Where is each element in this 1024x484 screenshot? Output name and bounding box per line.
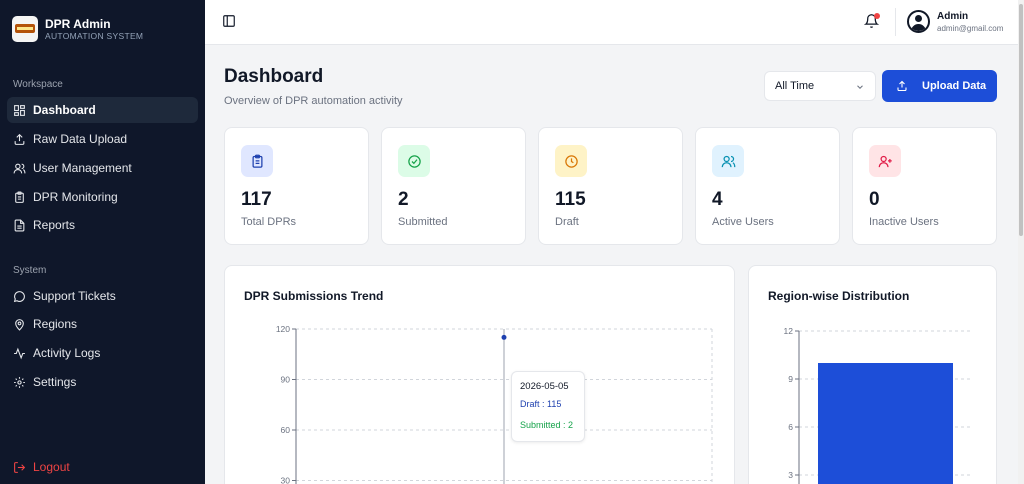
tooltip-date: 2026-05-05 xyxy=(520,381,569,392)
stat-label: Total DPRs xyxy=(241,216,297,228)
brand[interactable]: DPR Admin AUTOMATION SYSTEM xyxy=(0,0,205,44)
tooltip-submitted: Submitted : 2 xyxy=(520,420,574,430)
stat-card-draft[interactable]: 115 Draft xyxy=(538,127,683,245)
sidebar-item-label: Dashboard xyxy=(33,103,96,117)
sidebar-item-dashboard[interactable]: Dashboard xyxy=(7,97,198,123)
sidebar-item-regions[interactable]: Regions xyxy=(7,311,198,337)
avatar[interactable] xyxy=(907,10,930,33)
sidebar-item-raw-data-upload[interactable]: Raw Data Upload xyxy=(7,126,198,152)
y-tick-label: 60 xyxy=(281,425,291,435)
sidebar-item-support-tickets[interactable]: Support Tickets xyxy=(7,283,198,309)
sidebar-item-label: User Management xyxy=(33,161,132,175)
users-icon xyxy=(13,163,26,173)
y-tick-label: 120 xyxy=(276,324,290,334)
chevron-down-icon xyxy=(857,85,863,89)
stat-card-submitted[interactable]: 2 Submitted xyxy=(381,127,526,245)
stat-label: Inactive Users xyxy=(869,216,939,228)
stat-value: 4 xyxy=(712,189,723,210)
dashboard-grid-icon xyxy=(14,104,25,116)
page-scrollbar[interactable] xyxy=(1018,0,1024,484)
y-tick-label: 6 xyxy=(788,422,793,432)
stat-icon-wrap xyxy=(555,145,587,177)
page-subtitle: Overview of DPR automation activity xyxy=(224,95,403,107)
upload-icon xyxy=(897,80,907,92)
activity-icon xyxy=(14,347,25,359)
message-circle-icon xyxy=(13,290,25,302)
stat-label: Submitted xyxy=(398,216,448,228)
stat-label: Active Users xyxy=(712,216,774,228)
logout-icon xyxy=(14,461,26,473)
sidebar-item-label: Support Tickets xyxy=(33,289,116,303)
sidebar-item-settings[interactable]: Settings xyxy=(7,369,198,395)
stat-icon-wrap xyxy=(712,145,744,177)
chart-tooltip: 2026-05-05 Draft : 115 Submitted : 2 xyxy=(511,371,585,442)
check-circle-icon xyxy=(407,154,421,168)
time-filter-value: All Time xyxy=(775,80,815,92)
stat-value: 0 xyxy=(869,189,880,210)
user-name: Admin xyxy=(937,11,969,22)
users-icon xyxy=(721,155,735,167)
clipboard-list-icon xyxy=(252,154,262,168)
y-tick-label: 9 xyxy=(788,374,793,384)
brand-title: DPR Admin xyxy=(45,16,111,31)
tooltip-draft: Draft : 115 xyxy=(520,399,562,409)
topbar-divider xyxy=(895,8,896,36)
sidebar-item-label: Raw Data Upload xyxy=(33,132,128,146)
brand-logo xyxy=(12,16,38,42)
sidebar-item-label: Regions xyxy=(33,317,78,331)
upload-data-button[interactable]: Upload Data xyxy=(882,70,997,102)
user-email: admin@gmail.com xyxy=(937,24,1004,33)
stat-card-inactive-users[interactable]: 0 Inactive Users xyxy=(852,127,997,245)
time-filter-select[interactable]: All Time xyxy=(764,71,876,101)
sidebar-item-reports[interactable]: Reports xyxy=(7,212,198,238)
y-tick-label: 90 xyxy=(281,375,291,385)
clipboard-icon xyxy=(15,191,24,203)
sidebar-item-label: Activity Logs xyxy=(33,346,101,360)
trend-chart: 30 60 90 120 xyxy=(276,324,713,484)
sidebar-item-label: DPR Monitoring xyxy=(33,190,118,204)
stat-value: 115 xyxy=(555,189,586,210)
topbar: Admin admin@gmail.com xyxy=(205,0,1018,45)
region-panel: Region-wise Distribution 3 6 9 12 xyxy=(748,265,997,484)
scrollbar-thumb[interactable] xyxy=(1019,4,1023,236)
gear-icon xyxy=(14,376,25,388)
y-tick-label: 3 xyxy=(788,470,793,480)
stat-icon-wrap xyxy=(869,145,901,177)
upload-icon xyxy=(14,133,25,145)
user-plus-icon xyxy=(878,155,892,167)
nav-section-system: System xyxy=(13,265,47,276)
stat-card-active-users[interactable]: 4 Active Users xyxy=(695,127,840,245)
notification-badge xyxy=(874,13,880,19)
logout-label: Logout xyxy=(33,460,70,474)
sidebar-toggle-icon[interactable] xyxy=(222,14,236,28)
file-text-icon xyxy=(14,219,25,231)
sidebar-item-dpr-monitoring[interactable]: DPR Monitoring xyxy=(7,184,198,210)
region-chart: 3 6 9 12 xyxy=(784,326,971,484)
sidebar-item-label: Settings xyxy=(33,375,77,389)
stat-icon-wrap xyxy=(241,145,273,177)
sidebar: DPR Admin AUTOMATION SYSTEM Workspace Da… xyxy=(0,0,205,484)
stat-label: Draft xyxy=(555,216,579,228)
stat-value: 117 xyxy=(241,189,272,210)
stat-icon-wrap xyxy=(398,145,430,177)
nav-section-workspace: Workspace xyxy=(13,79,63,90)
stat-value: 2 xyxy=(398,189,409,210)
series-point-draft xyxy=(501,334,507,340)
stat-card-total-dprs[interactable]: 117 Total DPRs xyxy=(224,127,369,245)
bar xyxy=(818,363,953,484)
upload-data-label: Upload Data xyxy=(922,80,987,92)
logout-button[interactable]: Logout xyxy=(7,454,70,480)
trend-panel: DPR Submissions Trend 30 60 90 120 xyxy=(224,265,735,484)
y-tick-label: 12 xyxy=(784,326,794,336)
sidebar-item-activity-logs[interactable]: Activity Logs xyxy=(7,340,198,366)
sidebar-item-user-management[interactable]: User Management xyxy=(7,155,198,181)
clock-icon xyxy=(564,154,578,168)
brand-subtitle: AUTOMATION SYSTEM xyxy=(45,30,144,41)
y-tick-label: 30 xyxy=(281,476,291,484)
page-title: Dashboard xyxy=(224,66,324,87)
sidebar-item-label: Reports xyxy=(33,218,76,232)
map-pin-icon xyxy=(15,318,24,331)
